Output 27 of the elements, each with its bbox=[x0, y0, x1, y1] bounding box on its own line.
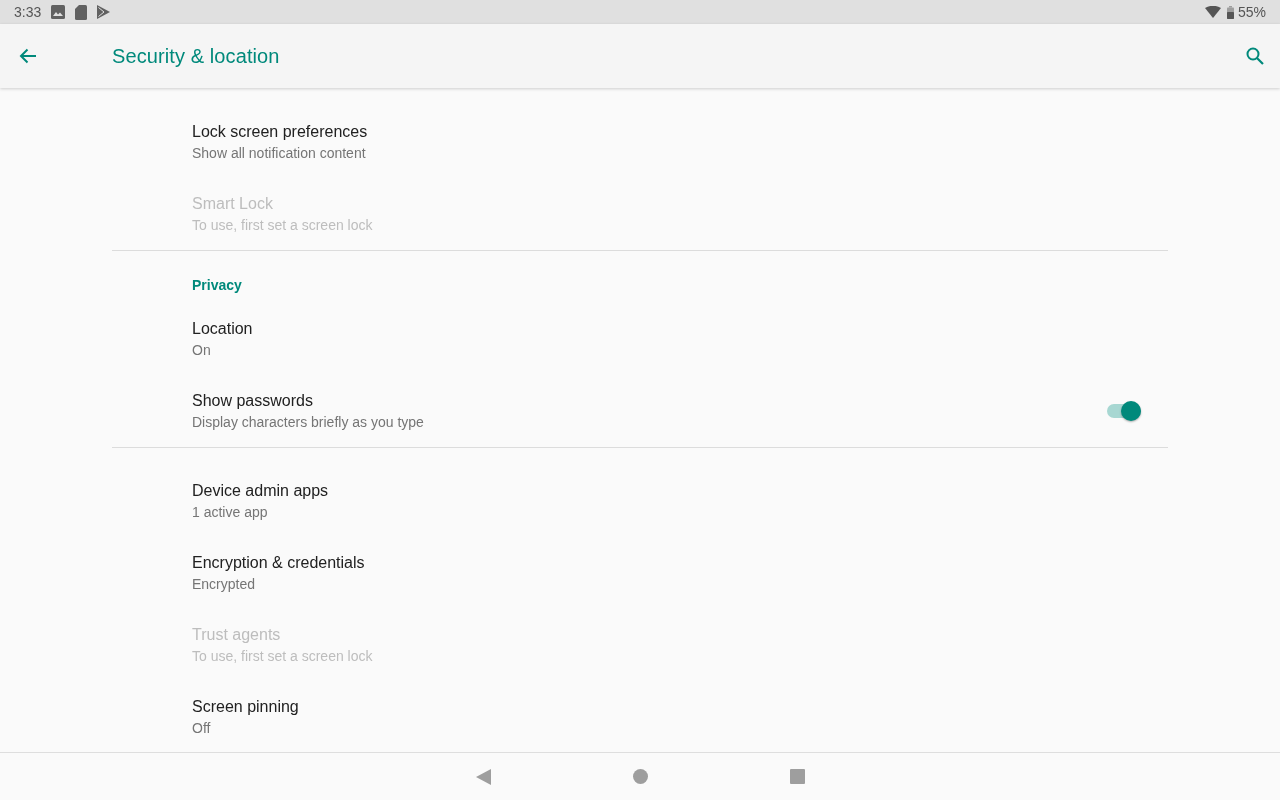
toggle-switch[interactable] bbox=[1107, 404, 1141, 418]
setting-title[interactable]: Screen pinning bbox=[192, 697, 299, 717]
setting-summary: 1 active app bbox=[192, 503, 268, 521]
recents-icon[interactable] bbox=[789, 769, 805, 784]
setting-title[interactable]: Location bbox=[192, 319, 253, 339]
status-time: 3:33 bbox=[14, 4, 42, 20]
setting-summary: To use, first set a screen lock bbox=[192, 647, 373, 665]
image-icon bbox=[51, 5, 66, 19]
battery-percent: 55% bbox=[1237, 4, 1266, 20]
battery-icon bbox=[1226, 5, 1234, 19]
setting-title[interactable]: Device admin apps bbox=[192, 481, 329, 501]
setting-summary: Encrypted bbox=[192, 575, 256, 593]
setting-summary: Show all notification content bbox=[192, 144, 366, 162]
setting-title[interactable]: Encryption & credentials bbox=[192, 553, 365, 573]
section-header: Privacy bbox=[192, 277, 242, 293]
setting-summary: On bbox=[192, 341, 211, 359]
setting-summary: Off bbox=[192, 719, 211, 737]
play-store-icon bbox=[97, 5, 111, 19]
page-title: Security & location bbox=[112, 44, 281, 68]
back-icon[interactable] bbox=[475, 768, 491, 785]
setting-summary: Display characters briefly as you type bbox=[192, 413, 424, 431]
sd-card-icon bbox=[75, 4, 88, 20]
setting-summary: To use, first set a screen lock bbox=[192, 216, 373, 234]
home-icon[interactable] bbox=[632, 769, 648, 784]
wifi-icon bbox=[1204, 6, 1221, 18]
setting-title[interactable]: Show passwords bbox=[192, 391, 313, 411]
setting-title[interactable]: Lock screen preferences bbox=[192, 122, 368, 142]
